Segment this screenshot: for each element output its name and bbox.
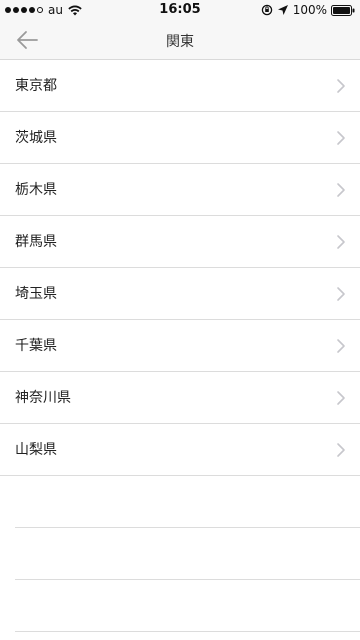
list-item-saitama[interactable]: 埼玉県 — [0, 268, 360, 320]
list-item-label: 茨城県 — [15, 130, 57, 146]
status-right: 100% — [261, 3, 355, 17]
battery-icon — [331, 4, 355, 16]
chevron-right-icon — [337, 79, 345, 93]
chevron-right-icon — [337, 131, 345, 145]
list-item-label: 千葉県 — [15, 338, 57, 354]
list-item-label: 山梨県 — [15, 442, 57, 458]
chevron-right-icon — [337, 287, 345, 301]
list-item-tochigi[interactable]: 栃木県 — [0, 164, 360, 216]
chevron-right-icon — [337, 391, 345, 405]
list-item-label: 栃木県 — [15, 182, 57, 198]
chevron-right-icon — [337, 183, 345, 197]
empty-row-separator — [15, 528, 360, 580]
list-item-gunma[interactable]: 群馬県 — [0, 216, 360, 268]
list-item-kanagawa[interactable]: 神奈川県 — [0, 372, 360, 424]
battery-percentage: 100% — [292, 3, 327, 17]
chevron-right-icon — [337, 235, 345, 249]
location-arrow-icon — [277, 5, 288, 15]
prefecture-list: 東京都 茨城県 栃木県 群馬県 埼玉県 千葉県 神奈川県 山梨県 — [0, 60, 360, 632]
empty-row-separator — [15, 580, 360, 632]
navigation-bar: 関東 — [0, 20, 360, 60]
list-item-label: 埼玉県 — [15, 286, 57, 302]
list-item-label: 東京都 — [15, 78, 57, 94]
list-item-chiba[interactable]: 千葉県 — [0, 320, 360, 372]
status-bar: au 16:05 100% — [0, 0, 360, 20]
list-item-label: 神奈川県 — [15, 390, 71, 406]
screen: au 16:05 100% 関東 東京都 茨城県 栃木県 群馬県 埼玉県 千葉県… — [0, 0, 360, 640]
chevron-right-icon — [337, 443, 345, 457]
chevron-right-icon — [337, 339, 345, 353]
list-item-label: 群馬県 — [15, 234, 57, 250]
empty-row-separator — [15, 476, 360, 528]
list-item-tokyo[interactable]: 東京都 — [0, 60, 360, 112]
list-item-yamanashi[interactable]: 山梨県 — [0, 424, 360, 476]
list-item-ibaraki[interactable]: 茨城県 — [0, 112, 360, 164]
orientation-lock-icon — [261, 4, 272, 16]
page-title: 関東 — [166, 34, 194, 50]
